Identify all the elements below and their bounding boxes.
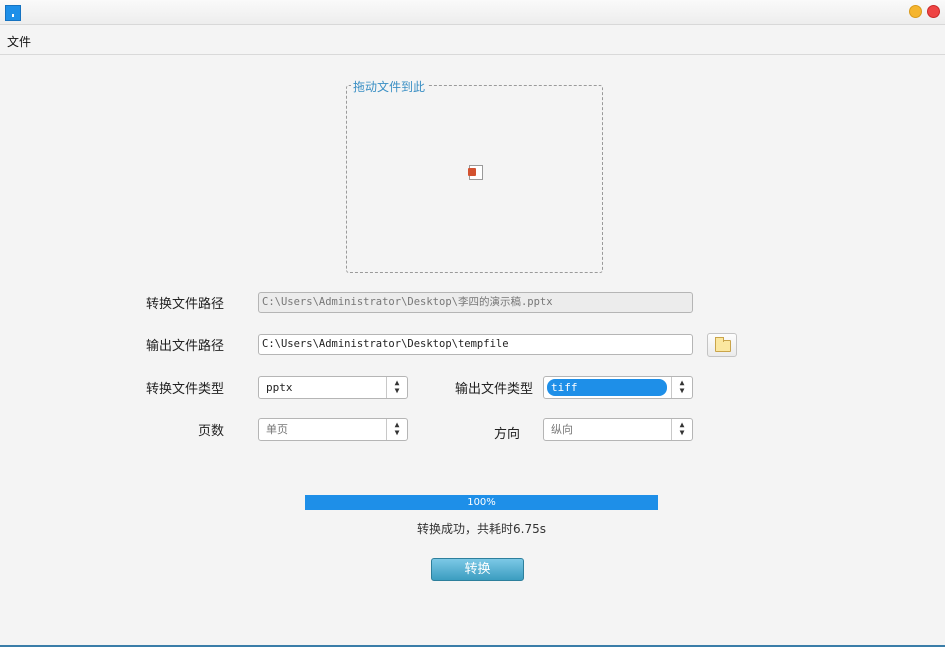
pages-label: 页数: [197, 424, 224, 439]
pages-select[interactable]: 单页 ▲ ▼: [258, 418, 408, 441]
folder-icon: [715, 337, 731, 352]
convert-type-value: pptx: [266, 381, 293, 394]
convert-path-label: 转换文件路径: [145, 297, 224, 312]
convert-button[interactable]: 转换: [431, 558, 524, 581]
drop-zone-label: 拖动文件到此: [351, 78, 428, 95]
app-icon: [5, 5, 21, 21]
output-path-label: 输出文件路径: [145, 339, 224, 354]
convert-type-label: 转换文件类型: [145, 382, 224, 397]
progress-bar: 100%: [305, 495, 658, 510]
minimize-button[interactable]: [909, 5, 922, 18]
convert-type-select[interactable]: pptx ▲ ▼: [258, 376, 408, 399]
orientation-label: 方向: [493, 427, 520, 442]
title-bar: [0, 0, 945, 25]
output-type-select[interactable]: tiff ▲ ▼: [543, 376, 693, 399]
progress-label: 100%: [467, 497, 496, 508]
pages-value: 单页: [266, 423, 288, 436]
output-type-value: tiff: [547, 379, 667, 396]
menu-bar: 文件: [0, 25, 945, 55]
file-drop-zone[interactable]: 拖动文件到此: [346, 78, 603, 273]
spinner-arrows-icon[interactable]: ▲ ▼: [386, 377, 407, 398]
orientation-select[interactable]: 纵向 ▲ ▼: [543, 418, 693, 441]
spinner-arrows-icon[interactable]: ▲ ▼: [386, 419, 407, 440]
orientation-value: 纵向: [551, 423, 573, 436]
spinner-arrows-icon[interactable]: ▲ ▼: [671, 419, 692, 440]
spinner-arrows-icon[interactable]: ▲ ▼: [671, 377, 692, 398]
close-button[interactable]: [927, 5, 940, 18]
output-path-field[interactable]: C:\Users\Administrator\Desktop\tempfile: [258, 334, 693, 355]
output-type-label: 输出文件类型: [454, 382, 533, 397]
pptx-file-icon: [468, 165, 483, 180]
status-text: 转换成功，共耗时6.75s: [417, 522, 546, 536]
convert-path-field: C:\Users\Administrator\Desktop\李四的演示稿.pp…: [258, 292, 693, 313]
menu-file[interactable]: 文件: [7, 33, 31, 50]
browse-folder-button[interactable]: [707, 333, 737, 357]
